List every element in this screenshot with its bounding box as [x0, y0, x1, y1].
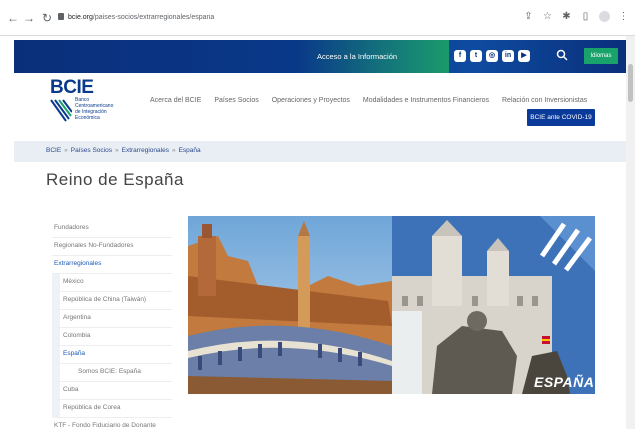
sidenav-item-fundadores[interactable]: Fundadores: [52, 220, 172, 238]
breadcrumb-bar: BCIE» Países Socios» Extrarregionales» Espa…: [14, 141, 626, 162]
sidenav-item-ktf[interactable]: KTF - Fondo Fiduciario de Donante: [52, 418, 172, 429]
breadcrumb-separator: »: [171, 147, 176, 154]
url-path: /paises-socios/extrarregionales/espana: [92, 14, 215, 21]
breadcrumb-separator: »: [64, 147, 68, 154]
sidenav-item-taiwan[interactable]: República de China (Taiwán): [52, 292, 172, 310]
breadcrumb: BCIE» Países Socios» Extrarregionales» Espa…: [46, 147, 201, 154]
reload-icon[interactable]: ↻: [40, 11, 54, 25]
covid-button[interactable]: BCIE ante COVID-19: [527, 109, 595, 126]
logo-name: BCIE: [50, 77, 94, 98]
sidenav-item-cuba[interactable]: Cuba: [52, 382, 172, 400]
search-icon[interactable]: [556, 49, 568, 61]
banner-label: ESPAÑA: [534, 374, 595, 390]
address-bar[interactable]: bcie.org/paises-socios/extrarregionales/…: [58, 9, 248, 27]
sidepanel-icon[interactable]: ▯: [580, 11, 591, 22]
spain-banner-image: ESPAÑA: [188, 216, 595, 394]
url-host: bcie.org: [68, 14, 93, 21]
page-scrollbar[interactable]: [626, 36, 635, 429]
extensions-icon[interactable]: ✱: [561, 11, 572, 22]
bcie-logo[interactable]: BCIE Banco Centroamericano de Integració…: [48, 77, 118, 129]
breadcrumb-separator: »: [114, 147, 119, 154]
sidenav-item-mexico[interactable]: México: [52, 274, 172, 292]
sidenav-item-extrarregionales[interactable]: Extrarregionales: [52, 256, 172, 274]
lock-icon: [58, 13, 64, 20]
breadcrumb-item-bcie[interactable]: BCIE: [46, 147, 61, 154]
sidenav-item-argentina[interactable]: Argentina: [52, 310, 172, 328]
language-button[interactable]: Idiomas: [584, 48, 618, 64]
social-links: f t ◎ in ▶: [454, 50, 530, 62]
sidenav-item-colombia[interactable]: Colombia: [52, 328, 172, 346]
twitter-icon[interactable]: t: [470, 50, 482, 62]
side-navigation: Fundadores Regionales No-Fundadores Extr…: [52, 220, 172, 429]
back-icon[interactable]: ←: [6, 11, 20, 25]
nav-item-paises-socios[interactable]: Países Socios: [214, 97, 258, 104]
browser-toolbar: ← → ↻ bcie.org/paises-socios/extrarregio…: [0, 0, 635, 36]
access-information-link[interactable]: Acceso a la Información: [297, 40, 449, 73]
linkedin-icon[interactable]: in: [502, 50, 514, 62]
logo-stripes-icon: [50, 99, 72, 122]
page-title: Reino de España: [46, 170, 184, 189]
plaza-de-espana-image: [188, 216, 392, 394]
breadcrumb-item-paises[interactable]: Países Socios: [71, 147, 112, 154]
sidenav-item-somos-bcie-espana[interactable]: Somos BCIE: España: [52, 364, 172, 382]
nav-item-inversionistas[interactable]: Relación con Inversionistas: [502, 97, 587, 104]
sidenav-item-espana[interactable]: España: [52, 346, 172, 364]
instagram-icon[interactable]: ◎: [486, 50, 498, 62]
facebook-icon[interactable]: f: [454, 50, 466, 62]
main-navigation: Acerca del BCIE Países Socios Operacione…: [150, 97, 587, 104]
profile-avatar-icon[interactable]: [599, 11, 610, 22]
top-bar: Acceso a la Información f t ◎ in ▶ Idiom…: [14, 40, 626, 73]
scrollbar-thumb[interactable]: [628, 64, 633, 102]
breadcrumb-item-espana: España: [178, 147, 201, 154]
nav-item-modalidades[interactable]: Modalidades e Instrumentos Financieros: [363, 97, 489, 104]
bookmark-star-icon[interactable]: ☆: [542, 11, 553, 22]
sidenav-item-corea[interactable]: República de Corea: [52, 400, 172, 418]
nav-item-acerca[interactable]: Acerca del BCIE: [150, 97, 201, 104]
breadcrumb-item-extrarregionales[interactable]: Extrarregionales: [122, 147, 169, 154]
youtube-icon[interactable]: ▶: [518, 50, 530, 62]
forward-icon[interactable]: →: [22, 11, 36, 25]
menu-dots-icon[interactable]: ⋮: [618, 11, 629, 22]
nav-item-operaciones[interactable]: Operaciones y Proyectos: [272, 97, 350, 104]
sidenav-item-regionales[interactable]: Regionales No-Fundadores: [52, 238, 172, 256]
logo-line-4: Económica: [75, 115, 100, 121]
cibeles-palace-image: [392, 216, 595, 394]
share-icon[interactable]: ⇪: [523, 11, 534, 22]
